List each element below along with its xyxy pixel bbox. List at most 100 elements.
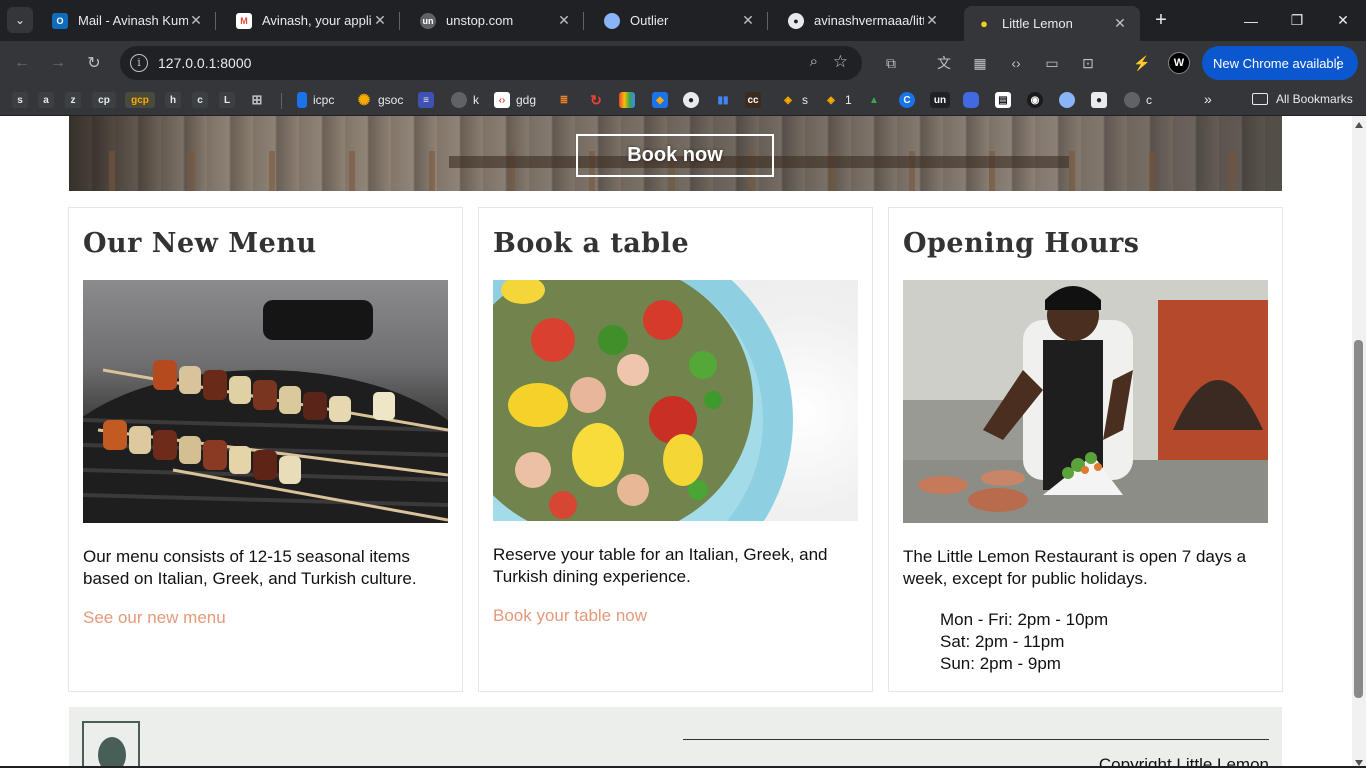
outlier-icon: [604, 12, 620, 29]
bookmark-icon: [619, 92, 635, 108]
performance-icon[interactable]: ⚡: [1132, 53, 1152, 73]
close-icon[interactable]: ✕: [372, 12, 388, 29]
gsoc-icon: ✺: [357, 92, 371, 109]
scrollbar-thumb[interactable]: [1354, 340, 1363, 698]
bookmark-icon: ↻: [590, 91, 602, 108]
new-tab-button[interactable]: +: [1150, 9, 1172, 31]
tab-mail[interactable]: O Mail - Avinash Kumar ✕: [40, 0, 216, 41]
footer-logo[interactable]: [82, 721, 140, 768]
update-chrome-button[interactable]: New Chrome available ⋮: [1202, 46, 1358, 80]
bookmark-c[interactable]: c: [1124, 91, 1152, 109]
reload-icon[interactable]: ↻: [82, 51, 106, 75]
bookmark-item[interactable]: h: [165, 91, 181, 109]
more-menu-icon[interactable]: ⋮: [1330, 53, 1346, 73]
bookmark-k[interactable]: k: [451, 91, 479, 109]
bookmark-item[interactable]: a: [38, 91, 54, 109]
card-text: The Little Lemon Restaurant is open 7 da…: [903, 547, 1247, 588]
bookmark-item[interactable]: ◉: [1027, 91, 1043, 109]
extensions-icon[interactable]: ⧉: [881, 53, 901, 73]
footer-divider: [683, 739, 1269, 740]
address-bar[interactable]: i 127.0.0.1:8000 ⌕ ☆: [120, 46, 862, 80]
bookmark-item[interactable]: cp: [92, 91, 116, 109]
bookmark-icpc[interactable]: icpc: [297, 91, 334, 109]
see-menu-link[interactable]: See our new menu: [83, 608, 226, 628]
bookmark-github[interactable]: ●: [683, 91, 699, 109]
zoom-icon[interactable]: ⌕: [810, 53, 818, 70]
bookmark-item[interactable]: C: [899, 91, 915, 109]
bookmark-star-icon[interactable]: ☆: [833, 52, 848, 72]
reading-mode-icon[interactable]: ▦: [970, 53, 990, 73]
back-icon[interactable]: ←: [10, 51, 34, 75]
address-url[interactable]: 127.0.0.1:8000: [158, 55, 251, 71]
book-now-button[interactable]: Book now: [576, 134, 774, 177]
bookmark-item[interactable]: [963, 91, 979, 109]
bookmark-1[interactable]: ◈ 1: [823, 91, 852, 109]
close-icon[interactable]: ✕: [740, 12, 756, 29]
kebab-illustration: [83, 300, 448, 523]
forward-icon[interactable]: →: [46, 51, 70, 75]
bookmark-apps[interactable]: ⊞: [249, 91, 265, 109]
hero-banner-image: Book now: [69, 116, 1282, 191]
tab-title: Mail - Avinash Kumar: [78, 13, 188, 28]
tab-gmail[interactable]: M Avinash, your applicat ✕: [224, 0, 400, 41]
tab-title: Little Lemon: [1002, 16, 1073, 31]
bookmark-gdg[interactable]: ‹› gdg: [494, 91, 536, 109]
restore-icon[interactable]: ❐: [1274, 0, 1320, 41]
bookmark-s[interactable]: ◈ s: [780, 91, 808, 109]
hours-saturday: Sat: 2pm - 11pm: [940, 632, 1065, 651]
scroll-up-icon[interactable]: [1355, 122, 1363, 128]
bookmark-drive[interactable]: ▲: [866, 91, 882, 109]
site-footer: Copyright Little Lemon: [69, 707, 1282, 768]
window-close-icon[interactable]: ✕: [1320, 0, 1366, 41]
bookmark-codechef[interactable]: cc: [745, 91, 761, 109]
translate-icon[interactable]: 文: [934, 53, 954, 73]
book-table-link[interactable]: Book your table now: [493, 606, 647, 626]
tab-title: unstop.com: [446, 13, 514, 28]
bookmark-item[interactable]: L: [219, 91, 235, 109]
page-scrollbar[interactable]: [1352, 116, 1366, 768]
close-icon[interactable]: ✕: [1112, 15, 1128, 32]
bookmark-item[interactable]: [619, 91, 635, 109]
screenshot-icon[interactable]: ⊡: [1078, 53, 1098, 73]
devtools-icon[interactable]: ‹›: [1006, 53, 1026, 73]
bookmark-item[interactable]: ▤: [995, 91, 1011, 109]
bookmark-icon: un: [930, 92, 950, 108]
bookmark-item[interactable]: [1059, 91, 1075, 109]
bookmark-item[interactable]: s: [12, 91, 28, 109]
bookmark-item[interactable]: z: [65, 91, 81, 109]
tab-outlier[interactable]: Outlier ✕: [592, 0, 768, 41]
gdg-icon: ‹›: [494, 92, 510, 108]
all-bookmarks-label: All Bookmarks: [1276, 92, 1353, 106]
bookmark-icon: gcp: [125, 92, 155, 108]
bookmark-item[interactable]: c: [192, 91, 208, 109]
tab-github[interactable]: ● avinashvermaaa/little ✕: [776, 0, 952, 41]
all-bookmarks-button[interactable]: All Bookmarks: [1252, 92, 1353, 106]
profile-avatar[interactable]: W: [1168, 52, 1190, 74]
bookmark-item[interactable]: ↻: [588, 91, 604, 109]
bookmark-gsoc[interactable]: ✺ gsoc: [356, 91, 404, 109]
menu-card: Our New Menu Our menu consists of 12-15 …: [68, 207, 463, 692]
tab-little-lemon[interactable]: ● Little Lemon ✕: [964, 6, 1140, 41]
bookmark-icon: L: [219, 92, 235, 108]
tab-search-button[interactable]: ⌄: [7, 7, 33, 33]
minimize-icon[interactable]: —: [1228, 0, 1274, 41]
reading-list-icon[interactable]: ▭: [1042, 53, 1062, 73]
bookmark-item[interactable]: ▮▮: [715, 91, 731, 109]
card-title: Book a table: [493, 228, 690, 259]
site-info-icon[interactable]: i: [130, 54, 148, 72]
bookmark-item[interactable]: ≡: [418, 91, 434, 109]
tab-strip: ⌄ O Mail - Avinash Kumar ✕ M Avinash, yo…: [0, 0, 1366, 41]
bookmark-item[interactable]: ◆: [652, 91, 668, 109]
bookmark-item[interactable]: gcp: [125, 91, 155, 109]
close-icon[interactable]: ✕: [556, 12, 572, 29]
close-icon[interactable]: ✕: [924, 12, 940, 29]
bookmark-item[interactable]: ●: [1091, 91, 1107, 109]
bookmark-item[interactable]: un: [930, 91, 950, 109]
close-icon[interactable]: ✕: [188, 12, 204, 29]
bookmark-item[interactable]: ≣: [556, 91, 572, 109]
globe-icon: [451, 92, 467, 108]
chevron-more-icon[interactable]: »: [1204, 91, 1212, 107]
bookmark-icon: s: [12, 92, 28, 108]
tab-unstop[interactable]: un unstop.com ✕: [408, 0, 584, 41]
bookmark-label: gdg: [516, 93, 537, 107]
